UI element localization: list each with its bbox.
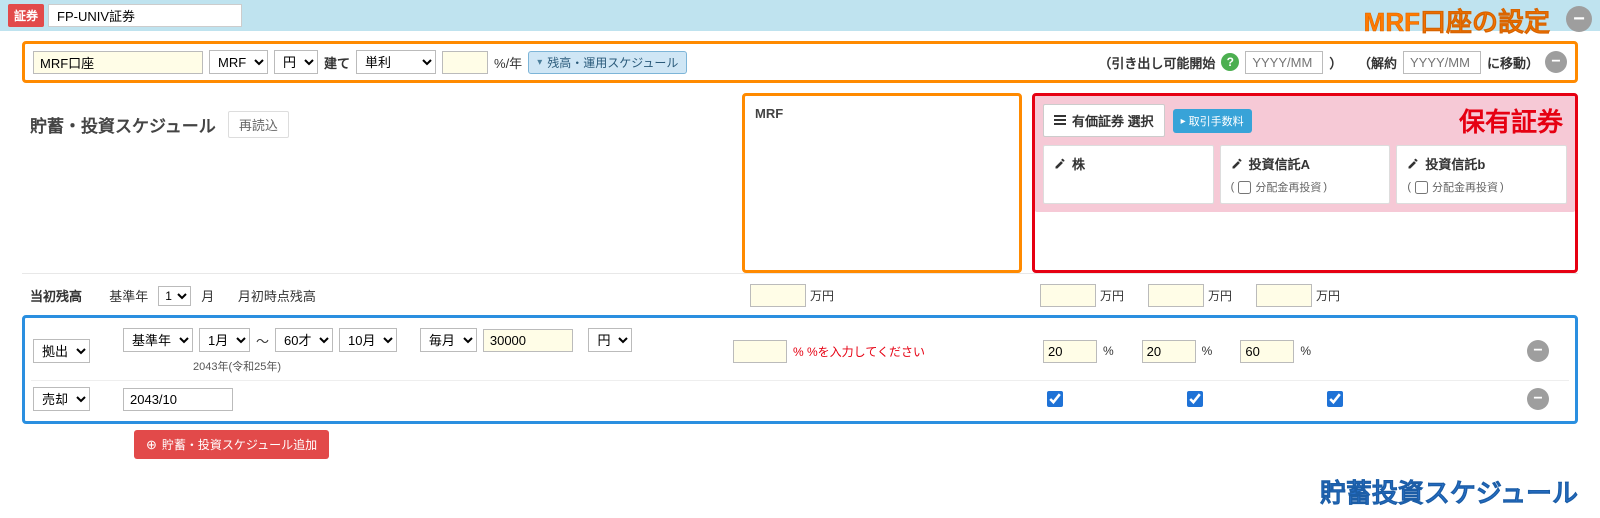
sell-security-checkbox[interactable]: [1047, 391, 1063, 407]
computed-year-label: 2043年(令和25年): [193, 358, 733, 374]
tilde-label: 〜: [256, 331, 269, 350]
to-month-select[interactable]: 10月: [339, 328, 397, 352]
security-name: 株: [1072, 154, 1085, 173]
currency-select[interactable]: 円: [274, 50, 318, 74]
security-card: 投資信託b ( 分配金再投資 ): [1396, 145, 1567, 204]
add-schedule-button[interactable]: 貯蓄・投資スケジュール追加: [134, 430, 329, 459]
mrf-column-title: MRF: [755, 106, 1009, 121]
security-percent-input[interactable]: [1142, 340, 1196, 363]
cancel-label-post: に移動）: [1487, 53, 1539, 72]
mrf-percent-input[interactable]: [733, 340, 787, 363]
amount-unit: 万円: [1316, 287, 1340, 304]
cancel-date-input[interactable]: [1403, 51, 1481, 74]
percent-unit: %: [1103, 344, 1114, 358]
mrf-column: MRF: [742, 93, 1022, 273]
securities-select-button[interactable]: 有価証券 選択: [1043, 104, 1165, 137]
reinvest-label: 分配金再投資: [1255, 179, 1321, 195]
securities-tag: 証券: [8, 4, 44, 27]
reinvest-label: 分配金再投資: [1432, 179, 1498, 195]
sell-security-checkbox[interactable]: [1187, 391, 1203, 407]
reload-button[interactable]: 再読込: [228, 111, 289, 138]
company-name-input[interactable]: [48, 4, 242, 27]
rate-input[interactable]: [442, 51, 488, 74]
schedule-title-text: 貯蓄・投資スケジュール: [30, 112, 216, 137]
security-name: 投資信託b: [1425, 154, 1485, 173]
pencil-icon[interactable]: [1407, 158, 1419, 170]
security-percent-input[interactable]: [1240, 340, 1294, 363]
schedule-title: 貯蓄・投資スケジュール 再読込: [22, 93, 742, 148]
remove-row-button[interactable]: −: [1527, 340, 1549, 362]
to-age-select[interactable]: 60才: [275, 328, 333, 352]
plus-icon: [146, 437, 157, 453]
initial-balance-row: 当初残高 基準年 1 月 月初時点残高 万円 万円 万円 万円: [22, 273, 1578, 317]
collapse-panel-button[interactable]: −: [1566, 6, 1592, 32]
initial-balance-label: 当初残高: [30, 286, 82, 305]
mrf-amount-unit: 万円: [810, 287, 834, 304]
percent-warning: % %を入力してください: [793, 343, 925, 360]
pencil-icon[interactable]: [1054, 158, 1066, 170]
reinvest-checkbox[interactable]: [1238, 181, 1251, 194]
savings-schedule-box: 拠出 基準年 1月 〜 60才 10月 毎月: [22, 315, 1578, 424]
pencil-icon[interactable]: [1231, 158, 1243, 170]
percent-unit: %: [1300, 344, 1311, 358]
percent-unit: %: [1202, 344, 1213, 358]
fee-label: 取引手数料: [1189, 113, 1244, 129]
remove-account-button[interactable]: −: [1545, 51, 1567, 73]
row-kind-select[interactable]: 拠出: [33, 339, 90, 363]
reinvest-option: ( 分配金再投資 ): [1231, 179, 1380, 195]
securities-select-label: 有価証券 選択: [1072, 111, 1154, 130]
row-kind-select[interactable]: 売却: [33, 387, 90, 411]
withdraw-start-label-pre: （引き出し可能開始: [1098, 53, 1215, 72]
sell-security-checkbox[interactable]: [1327, 391, 1343, 407]
balance-desc: 月初時点残高: [238, 286, 316, 305]
withdraw-start-label-post: ）: [1329, 53, 1342, 72]
list-icon: [1054, 113, 1066, 128]
sell-date-input[interactable]: [123, 388, 233, 411]
account-type-select[interactable]: MRF: [209, 50, 268, 74]
interest-mode-select[interactable]: 単利: [356, 50, 436, 74]
withdraw-start-input[interactable]: [1245, 51, 1323, 74]
security-initial-amount-input[interactable]: [1256, 284, 1312, 307]
caret-right-icon: [1181, 115, 1186, 127]
security-card: 投資信託A ( 分配金再投資 ): [1220, 145, 1391, 204]
securities-panel: 有価証券 選択 取引手数料 保有証券 株投資信託A( 分配金再投資 )投資信託b…: [1032, 93, 1578, 273]
base-year-label: 基準年: [109, 286, 148, 305]
from-year-select[interactable]: 基準年: [123, 328, 193, 352]
panel-header: 証券 MRF口座の設定 −: [0, 0, 1600, 31]
month-unit-label: 月: [201, 286, 214, 305]
security-name: 投資信託A: [1249, 154, 1310, 173]
from-month-select[interactable]: 1月: [199, 328, 250, 352]
cancel-label-pre: （解約: [1358, 53, 1397, 72]
base-month-select[interactable]: 1: [158, 286, 191, 306]
security-card: 株: [1043, 145, 1214, 204]
rate-unit-label: %/年: [494, 53, 522, 72]
schedule-row-contribute: 拠出 基準年 1月 〜 60才 10月 毎月: [31, 322, 1569, 380]
annotation-held-securities: 保有証券: [1459, 102, 1563, 139]
schedule-row-sell: 売却 −: [31, 380, 1569, 417]
amount-unit: 万円: [1100, 287, 1124, 304]
mrf-account-settings-row: MRF 円 建て 単利 %/年 残高・運用スケジュール （引き出し可能開始 ? …: [22, 41, 1578, 83]
security-percent-input[interactable]: [1043, 340, 1097, 363]
annotation-savings-schedule: 貯蓄投資スケジュール: [1320, 478, 1578, 508]
balance-schedule-chip[interactable]: 残高・運用スケジュール: [528, 51, 687, 74]
security-initial-amount-input[interactable]: [1040, 284, 1096, 307]
transaction-fee-chip[interactable]: 取引手数料: [1173, 109, 1252, 133]
amount-unit-select[interactable]: 円: [588, 328, 632, 352]
amount-unit: 万円: [1208, 287, 1232, 304]
remove-row-button[interactable]: −: [1527, 388, 1549, 410]
reinvest-option: ( 分配金再投資 ): [1407, 179, 1556, 195]
security-initial-amount-input[interactable]: [1148, 284, 1204, 307]
reinvest-checkbox[interactable]: [1415, 181, 1428, 194]
mrf-initial-amount-input[interactable]: [750, 284, 806, 307]
help-icon[interactable]: ?: [1221, 53, 1239, 71]
denom-suffix-label: 建て: [324, 53, 350, 72]
frequency-select[interactable]: 毎月: [420, 328, 477, 352]
amount-input[interactable]: [483, 329, 573, 352]
account-name-input[interactable]: [33, 51, 203, 74]
add-schedule-label: 貯蓄・投資スケジュール追加: [162, 436, 317, 453]
